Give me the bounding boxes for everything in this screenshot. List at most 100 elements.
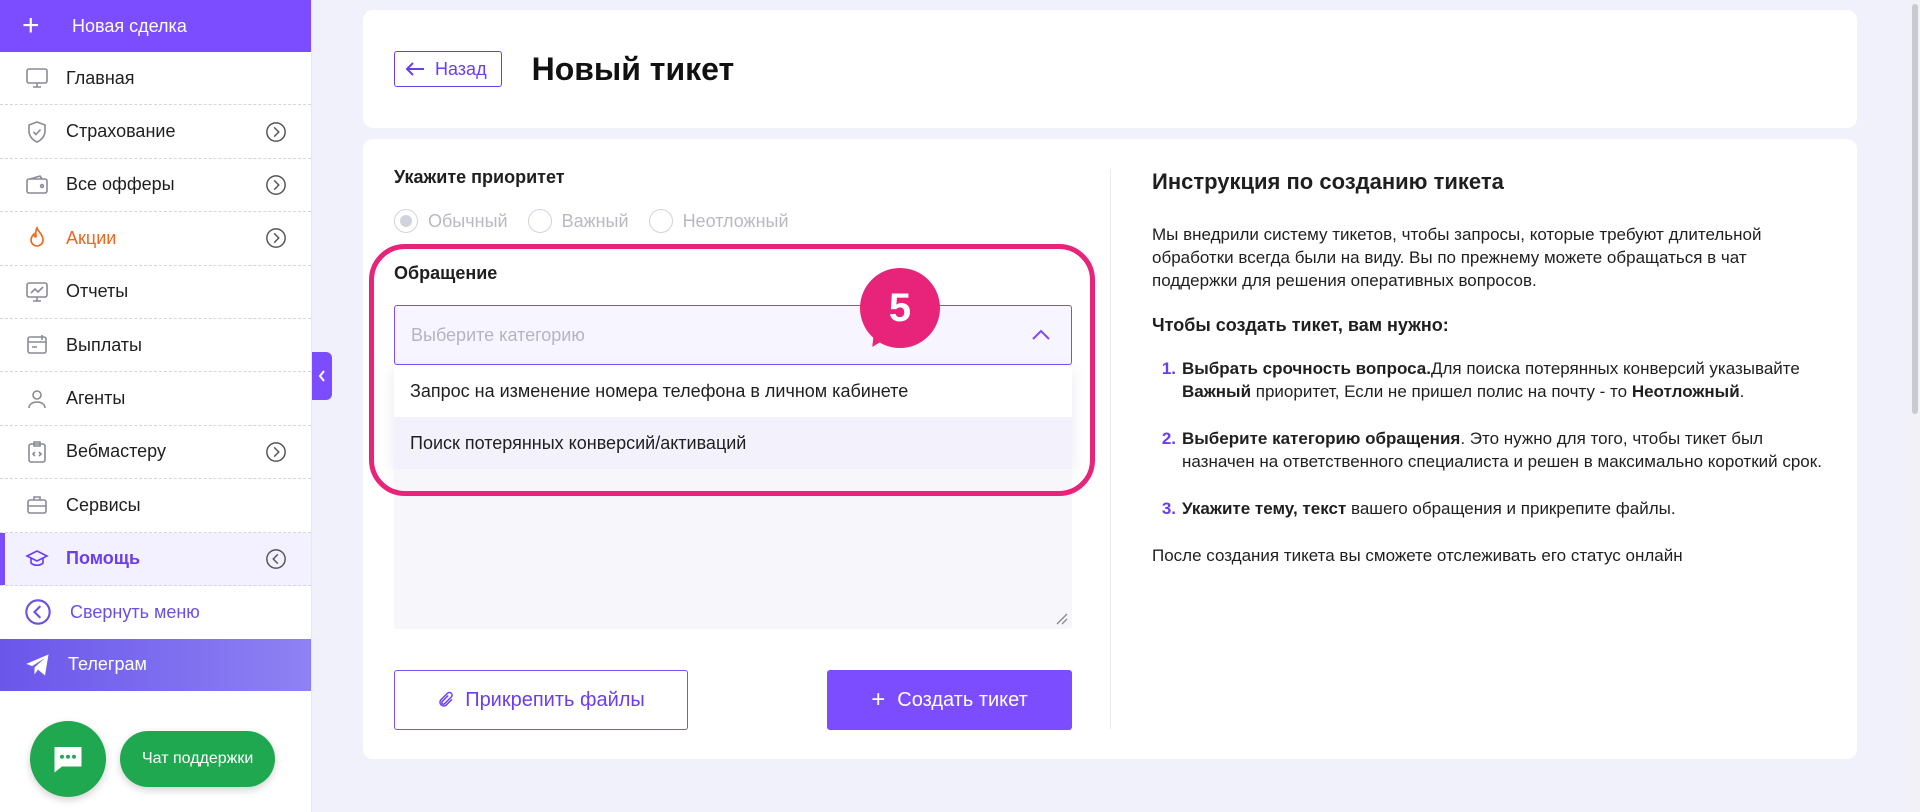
tour-step-badge: 5: [860, 268, 940, 348]
sidebar-item-label: Помощь: [66, 548, 141, 569]
paperclip-icon: [439, 691, 453, 707]
step-bold: Укажите тему, текст: [1182, 499, 1347, 518]
collapse-icon: [25, 599, 51, 626]
sidebar-item-label: Вебмастеру: [66, 441, 166, 462]
support-chat: Чат поддержки: [30, 721, 276, 797]
step-plain: приоритет, Если не пришел полис на почту…: [1251, 382, 1632, 401]
radio-dot: [527, 209, 552, 233]
instruction-step: 1. Выбрать срочность вопроса.Для поиска …: [1152, 357, 1822, 403]
step-bold: Выберите категорию обращения: [1182, 429, 1461, 448]
instructions-steps: 1. Выбрать срочность вопроса.Для поиска …: [1152, 357, 1822, 520]
sidebar-item-label: Все офферы: [66, 174, 175, 195]
sidebar-item-promotions[interactable]: Акции: [0, 212, 311, 266]
chevron-right-icon[interactable]: [265, 227, 287, 249]
sidebar-item-label: Отчеты: [66, 281, 129, 302]
clipboard-code-icon: [24, 439, 50, 465]
sidebar-item-insurance[interactable]: Страхование: [0, 105, 311, 159]
sidebar-item-label: Страхование: [66, 121, 176, 142]
attach-files-button[interactable]: Прикрепить файлы: [394, 670, 688, 730]
collapse-menu-button[interactable]: Свернуть меню: [0, 586, 311, 639]
priority-label: Укажите приоритет: [394, 167, 565, 187]
wallet-icon: [24, 172, 50, 198]
sidebar-item-home[interactable]: Главная: [0, 52, 311, 106]
step-text: Выберите категорию обращения. Это нужно …: [1182, 427, 1822, 473]
telegram-label: Телеграм: [68, 654, 147, 675]
column-divider: [1110, 169, 1111, 729]
step-number: 2.: [1161, 429, 1176, 448]
priority-urgent-radio[interactable]: Неотложный: [648, 209, 789, 233]
back-button[interactable]: Назад: [394, 51, 502, 87]
create-ticket-button[interactable]: + Создать тикет: [827, 670, 1072, 730]
telegram-icon: [26, 654, 49, 676]
instructions-title: Инструкция по созданию тикета: [1152, 169, 1504, 194]
instructions-panel: Инструкция по созданию тикета Мы внедрил…: [1152, 169, 1822, 567]
step-number: 3.: [1161, 499, 1176, 518]
sidebar-item-help[interactable]: Помощь: [0, 532, 311, 586]
step-bold: Выбрать срочность вопроса.: [1182, 359, 1431, 378]
briefcase-icon: [24, 492, 50, 518]
step-plain: Для поиска потерянных конверсий указывай…: [1430, 359, 1800, 378]
sidebar-toggle[interactable]: [312, 352, 332, 400]
telegram-link[interactable]: Телеграм: [0, 638, 311, 691]
priority-important-radio[interactable]: Важный: [527, 209, 629, 233]
radio-label: Обычный: [428, 210, 508, 231]
chat-button[interactable]: [30, 721, 106, 797]
step-text: Укажите тему, текст вашего обращения и п…: [1182, 497, 1822, 520]
new-deal-label: Новая сделка: [72, 15, 187, 36]
step-bold: Важный: [1182, 382, 1252, 401]
sidebar-item-label: Акции: [66, 227, 117, 248]
create-ticket-label: Создать тикет: [897, 688, 1028, 711]
sidebar-item-label: Агенты: [66, 388, 126, 409]
chevron-left-icon: [318, 370, 325, 382]
radio-dot: [648, 209, 673, 233]
payout-icon: [24, 332, 50, 358]
radio-label: Неотложный: [682, 210, 789, 231]
back-label: Назад: [435, 58, 487, 79]
step-bold: Неотложный: [1631, 382, 1740, 401]
radio-label: Важный: [561, 210, 629, 231]
sidebar-item-payouts[interactable]: Выплаты: [0, 319, 311, 373]
instruction-step: 3. Укажите тему, текст вашего обращения …: [1152, 497, 1822, 520]
sidebar-item-services[interactable]: Сервисы: [0, 479, 311, 533]
sidebar-item-agents[interactable]: Агенты: [0, 372, 311, 426]
step-text: Выбрать срочность вопроса.Для поиска пот…: [1182, 357, 1822, 403]
step-plain: .: [1739, 382, 1745, 401]
sidebar-item-label: Сервисы: [66, 494, 141, 515]
plus-icon: +: [22, 9, 40, 42]
tour-highlight-frame: [369, 244, 1095, 496]
sidebar-item-offers[interactable]: Все офферы: [0, 159, 311, 213]
page-title: Новый тикет: [531, 50, 735, 87]
shield-icon: [24, 119, 50, 145]
sidebar-item-webmaster[interactable]: Вебмастеру: [0, 426, 311, 480]
arrow-left-icon: [405, 62, 424, 76]
chevron-left-icon[interactable]: [265, 548, 287, 570]
page-header: Назад Новый тикет: [363, 10, 1857, 128]
sidebar-item-label: Выплаты: [66, 334, 142, 355]
chevron-right-icon[interactable]: [265, 174, 287, 196]
user-icon: [24, 386, 50, 412]
step-number: 1.: [1161, 359, 1176, 378]
instructions-subtitle: Чтобы создать тикет, вам нужно:: [1152, 315, 1449, 335]
priority-radio-group: Обычный Важный Неотложный: [394, 209, 809, 233]
support-chat-button[interactable]: Чат поддержки: [120, 731, 276, 787]
radio-dot: [394, 209, 418, 233]
chat-bubble-icon: [54, 747, 82, 773]
sidebar-item-reports[interactable]: Отчеты: [0, 266, 311, 319]
chart-monitor-icon: [24, 279, 50, 305]
resize-grip-icon[interactable]: [1054, 611, 1068, 625]
sidebar-item-label: Главная: [66, 67, 135, 88]
sidebar: + Новая сделка Главная Страхование Все о…: [0, 0, 312, 812]
chevron-right-icon[interactable]: [265, 441, 287, 463]
new-deal-button[interactable]: + Новая сделка: [0, 0, 311, 52]
chevron-right-icon[interactable]: [265, 121, 287, 143]
monitor-icon: [24, 65, 50, 91]
page-scrollbar[interactable]: [1910, 0, 1920, 812]
step-plain: вашего обращения и прикрепите файлы.: [1346, 499, 1676, 518]
scrollbar-thumb[interactable]: [1912, 4, 1918, 414]
attach-files-label: Прикрепить файлы: [465, 688, 645, 711]
plus-icon: +: [871, 686, 886, 713]
flame-icon: [24, 225, 50, 251]
instructions-intro: Мы внедрили систему тикетов, чтобы запро…: [1152, 225, 1762, 290]
collapse-menu-label: Свернуть меню: [70, 601, 200, 622]
priority-normal-radio[interactable]: Обычный: [394, 209, 508, 233]
